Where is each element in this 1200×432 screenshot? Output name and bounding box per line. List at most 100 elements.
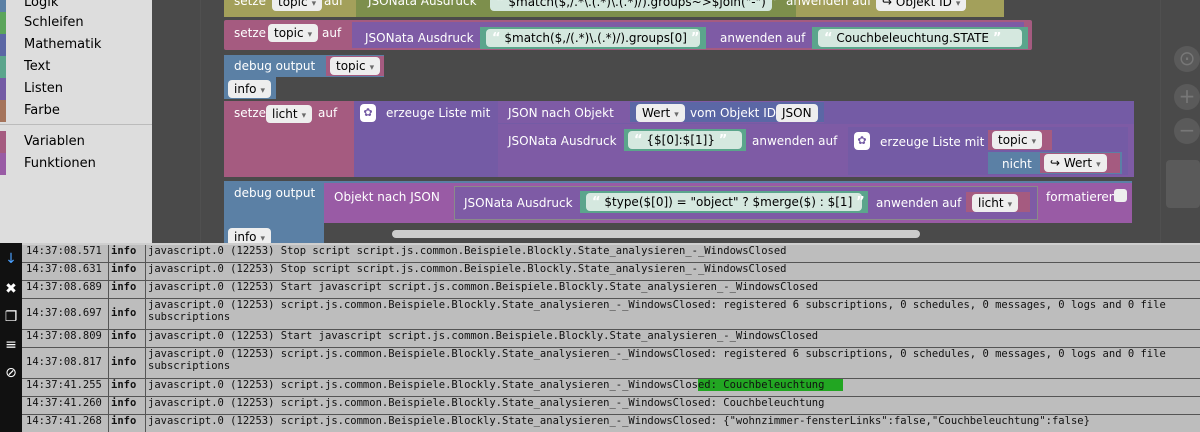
expression-text[interactable]: “ $match($,/(.*)\.(.*)/).groups[0] ” — [486, 29, 700, 47]
log-time: 14:37:08.689 — [26, 281, 102, 293]
highlighted-text: ed: Couchbeleuchtung — [697, 379, 844, 391]
log-severity: info — [108, 299, 146, 329]
hide-icon[interactable]: ⊘ — [1, 363, 21, 383]
zoom-reset-icon[interactable]: ⊙ — [1174, 46, 1200, 72]
variable-dropdown[interactable]: topic ▾ — [330, 57, 381, 75]
not-label: nicht — [1002, 157, 1032, 171]
log-severity: info — [108, 379, 146, 396]
log-time: 14:37:41.268 — [26, 415, 102, 427]
auf-label: auf — [324, 0, 344, 8]
scroll-down-icon[interactable]: ↓ — [1, 249, 21, 269]
variable-dropdown[interactable]: topic ▾ — [992, 131, 1043, 149]
log-message: javascript.0 (12253) script.js.common.Be… — [148, 397, 825, 409]
log-time: 14:37:08.571 — [26, 245, 102, 257]
log-message: javascript.0 (12253) Stop script script.… — [148, 263, 787, 275]
workspace-horizontal-scrollbar[interactable] — [392, 230, 920, 238]
expression-text[interactable]: “ $match($,/.*\.(.*)\.(.*)/).groups~>$jo… — [490, 0, 778, 11]
variable-dropdown[interactable]: topic ▾ — [272, 0, 323, 11]
blockly-workspace[interactable]: setze topic ▾ auf JSONata Ausdruck “ $mat… — [152, 0, 1200, 243]
apply-label: anwenden auf — [876, 196, 962, 210]
log-message: javascript.0 (12253) script.js.common.Be… — [148, 299, 1173, 323]
jsonata-label: JSONata Ausdruck — [365, 31, 474, 45]
object-id-field[interactable]: ↪ Objekt ID ▾ — [876, 0, 967, 11]
table-row: 14:37:08.817 info javascript.0 (12253) s… — [22, 348, 1200, 379]
debug-label: debug output — [234, 186, 316, 200]
log-severity: info — [108, 281, 146, 298]
category-schleifen[interactable]: Schleifen — [0, 12, 152, 34]
log-severity: info — [108, 263, 146, 280]
object-id-field[interactable]: JSON — [776, 104, 818, 122]
attribute-dropdown[interactable]: ↪ Wert ▾ — [1044, 154, 1107, 172]
log-message: javascript.0 (12253) Stop script script.… — [148, 245, 787, 257]
log-time: 14:37:08.631 — [26, 263, 102, 275]
format-checkbox[interactable] — [1114, 189, 1127, 202]
json-to-object-label: JSON nach Objekt — [508, 106, 614, 120]
level-dropdown[interactable]: info ▾ — [228, 80, 272, 98]
format-label: formatieren — [1046, 190, 1117, 204]
category-variablen[interactable]: Variablen — [0, 131, 152, 153]
log-severity: info — [108, 415, 146, 432]
table-row: 14:37:08.697 info javascript.0 (12253) s… — [22, 299, 1200, 330]
category-farbe[interactable]: Farbe — [0, 100, 152, 122]
table-row: 14:37:08.631 info javascript.0 (12253) S… — [22, 263, 1200, 281]
from-object-label: vom Objekt ID — [690, 106, 776, 120]
table-row: 14:37:41.268 info javascript.0 (12253) s… — [22, 415, 1200, 432]
level-dropdown[interactable]: info ▾ — [228, 228, 272, 243]
log-message-part: javascript.0 (12253) script.js.common.Be… — [148, 379, 698, 391]
log-severity: info — [108, 330, 146, 347]
log-time: 14:37:08.697 — [26, 307, 102, 319]
grid-line — [1160, 0, 1161, 243]
set-label: setze — [234, 26, 267, 40]
create-list-label: erzeuge Liste mit — [880, 135, 985, 149]
toolbox-divider — [0, 124, 152, 125]
category-listen[interactable]: Listen — [0, 78, 152, 100]
log-toolbar: ↓ ✖ ❐ ≡ ⊘ — [0, 243, 22, 432]
set-label: setze — [234, 106, 267, 120]
log-message: javascript.0 (12253) script.js.common.Be… — [148, 348, 1173, 372]
apply-label: anwenden auf — [786, 0, 872, 8]
log-message: javascript.0 (12253) Start javascript sc… — [148, 330, 819, 342]
category-funktionen[interactable]: Funktionen — [0, 153, 152, 175]
log-severity: info — [108, 397, 146, 414]
table-row: 14:37:08.809 info javascript.0 (12253) S… — [22, 330, 1200, 348]
apply-label: anwenden auf — [720, 31, 806, 45]
jsonata-label: JSONata Ausdruck — [464, 196, 573, 210]
log-time: 14:37:41.255 — [26, 379, 102, 391]
table-row: 14:37:08.689 info javascript.0 (12253) S… — [22, 281, 1200, 299]
apply-label: anwenden auf — [752, 134, 838, 148]
create-list-label: erzeuge Liste mit — [386, 106, 491, 120]
expression-text[interactable]: “ {$[0]:$[1]} ” — [628, 131, 742, 149]
log-time: 14:37:41.260 — [26, 397, 102, 409]
variable-dropdown[interactable]: licht ▾ — [266, 105, 313, 123]
trash-icon[interactable] — [1166, 160, 1200, 208]
gear-icon[interactable]: ✿ — [360, 104, 376, 122]
auf-label: auf — [322, 26, 342, 40]
gear-icon[interactable]: ✿ — [854, 132, 870, 150]
log-time: 14:37:08.817 — [26, 356, 102, 368]
expression-text[interactable]: “ $type($[0]) = "object" ? $merge($) : $… — [586, 193, 865, 211]
value-text[interactable]: “ Couchbeleuchtung.STATE ” — [818, 29, 1022, 47]
variable-dropdown[interactable]: licht ▾ — [972, 194, 1019, 212]
zoom-out-icon[interactable]: − — [1174, 118, 1200, 144]
filter-icon[interactable]: ≡ — [1, 335, 21, 355]
table-row: 14:37:41.255 info javascript.0 (12253) s… — [22, 379, 1200, 397]
table-row: 14:37:08.571 info javascript.0 (12253) S… — [22, 245, 1200, 263]
copy-icon[interactable]: ❐ — [1, 307, 21, 327]
log-severity: info — [108, 348, 146, 378]
jsonata-label: JSONata Ausdruck — [368, 0, 477, 8]
log-message: javascript.0 (12253) script.js.common.Be… — [148, 415, 1090, 427]
log-table: 14:37:08.571 info javascript.0 (12253) S… — [22, 243, 1200, 432]
table-row: 14:37:41.260 info javascript.0 (12253) s… — [22, 397, 1200, 415]
grid-line — [200, 0, 201, 243]
attribute-dropdown[interactable]: Wert ▾ — [636, 104, 685, 122]
clear-log-icon[interactable]: ✖ — [1, 279, 21, 299]
debug-label: debug output — [234, 59, 316, 73]
blockly-toolbox: Logik Schleifen Mathematik Text Listen F… — [0, 0, 152, 243]
category-text[interactable]: Text — [0, 56, 152, 78]
log-time: 14:37:08.809 — [26, 330, 102, 342]
zoom-in-icon[interactable]: + — [1174, 84, 1200, 110]
log-severity: info — [108, 245, 146, 262]
category-mathematik[interactable]: Mathematik — [0, 34, 152, 56]
auf-label: auf — [318, 106, 338, 120]
variable-dropdown[interactable]: topic ▾ — [268, 24, 319, 42]
